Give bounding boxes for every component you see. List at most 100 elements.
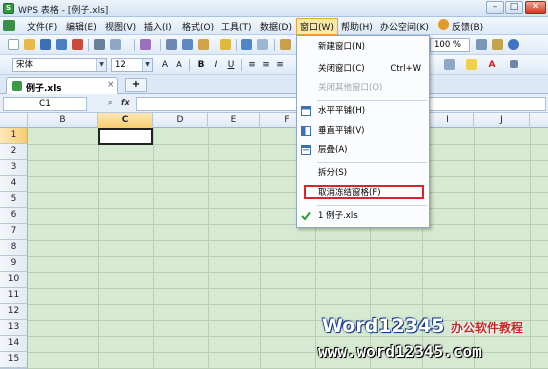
open-folder-icon[interactable] (24, 39, 35, 50)
watermark-brand: Word12345 办公软件教程 (322, 315, 523, 337)
gridline (28, 256, 548, 257)
row-header-11[interactable]: 11 (0, 288, 28, 304)
menu-item-tile-vertical[interactable]: 垂直平铺(V) (297, 122, 429, 140)
insert-row-icon[interactable] (280, 39, 291, 50)
increase-font-icon[interactable]: A (159, 59, 171, 71)
zoom-select[interactable]: 100 % (430, 38, 470, 52)
bold-button[interactable]: B (195, 59, 207, 71)
row-header-8[interactable]: 8 (0, 240, 28, 256)
italic-button[interactable]: I (210, 59, 222, 71)
zoom-lens-icon[interactable]: ⌕ (108, 98, 112, 108)
row-header-3[interactable]: 3 (0, 160, 28, 176)
menu-feedback[interactable]: 反馈(B) (452, 20, 483, 33)
menu-window[interactable]: 窗口(W) (296, 18, 338, 35)
format-painter-icon[interactable] (220, 39, 231, 50)
toolbar-separator (160, 39, 161, 51)
active-cell-c1[interactable] (98, 128, 153, 145)
row-header-7[interactable]: 7 (0, 224, 28, 240)
minimize-button[interactable]: – (486, 1, 504, 14)
menu-item-new-window[interactable]: 新建窗口(N) (297, 38, 429, 56)
menu-insert[interactable]: 插入(I) (144, 20, 172, 33)
underline-button[interactable]: U (225, 59, 237, 71)
menu-data[interactable]: 数据(D) (260, 20, 292, 33)
menu-item-split[interactable]: 拆分(S) (297, 164, 429, 182)
font-color-icon[interactable]: A (486, 59, 498, 71)
align-right-icon[interactable]: ≡ (274, 59, 286, 71)
gridline (208, 128, 209, 369)
row-header-15[interactable]: 15 (0, 352, 28, 368)
row-header-12[interactable]: 12 (0, 304, 28, 320)
zoom-value: 100 % (434, 40, 462, 50)
new-tab-button[interactable]: + (125, 78, 147, 92)
function-icon[interactable]: fx (121, 98, 130, 107)
app-window: S WPS 表格 - [例子.xls] – □ ✕ 文件(F) 编辑(E) 视图… (0, 0, 548, 369)
menu-view[interactable]: 视图(V) (105, 20, 136, 33)
column-header-b[interactable]: B (28, 113, 98, 128)
export-pdf-icon[interactable] (72, 39, 83, 50)
row-header-14[interactable]: 14 (0, 336, 28, 352)
fill-color-icon[interactable] (466, 59, 477, 70)
maximize-button[interactable]: □ (505, 1, 523, 14)
save-as-icon[interactable] (56, 39, 67, 50)
print-icon[interactable] (94, 39, 105, 50)
row-header-6[interactable]: 6 (0, 208, 28, 224)
menu-tools[interactable]: 工具(T) (221, 20, 252, 33)
decrease-font-icon[interactable]: A (173, 59, 185, 71)
row-header-1[interactable]: 1 (0, 128, 28, 144)
toolbar-separator (189, 59, 190, 71)
select-all-corner[interactable] (0, 113, 28, 128)
tab-close-icon[interactable]: × (107, 80, 115, 90)
menu-item-cascade[interactable]: 层叠(A) (297, 141, 429, 159)
align-center-icon[interactable]: ≡ (260, 59, 272, 71)
menu-format[interactable]: 格式(O) (182, 20, 214, 33)
row-header-2[interactable]: 2 (0, 144, 28, 160)
column-header-c[interactable]: C (98, 113, 153, 128)
copy-icon[interactable] (182, 39, 193, 50)
menu-item-window-1[interactable]: 1 例子.xls (297, 207, 429, 225)
menu-separator (317, 205, 427, 206)
column-header-j[interactable]: J (474, 113, 530, 128)
replace-icon[interactable] (492, 39, 503, 50)
borders-icon[interactable] (444, 59, 455, 70)
cascade-icon (301, 145, 311, 155)
gridline (28, 192, 548, 193)
menu-help[interactable]: 帮助(H) (341, 20, 373, 33)
document-menu-icon[interactable] (3, 20, 15, 31)
row-header-9[interactable]: 9 (0, 256, 28, 272)
column-header-d[interactable]: D (153, 113, 208, 128)
row-header-5[interactable]: 5 (0, 192, 28, 208)
menu-office-space[interactable]: 办公空间(K) (380, 20, 429, 33)
menu-item-close-window[interactable]: 关闭窗口(C) Ctrl+W (297, 60, 429, 78)
undo-icon[interactable] (241, 39, 252, 50)
row-header-10[interactable]: 10 (0, 272, 28, 288)
menu-edit[interactable]: 编辑(E) (66, 20, 97, 33)
menu-item-tile-horizontal[interactable]: 水平平铺(H) (297, 102, 429, 120)
watermark-brand-tail: 办公软件教程 (451, 321, 524, 335)
name-box[interactable]: C1 (3, 97, 87, 111)
find-icon[interactable] (476, 39, 487, 50)
paste-icon[interactable] (198, 39, 209, 50)
toolbar-separator (241, 59, 242, 71)
print-preview-icon[interactable] (110, 39, 121, 50)
column-header-e[interactable]: E (208, 113, 260, 128)
align-left-icon[interactable]: ≡ (246, 59, 258, 71)
highlight-annotation-box (304, 185, 424, 199)
menu-item-label: 层叠(A) (318, 145, 348, 155)
font-size-select[interactable]: 12 ▼ (111, 58, 153, 72)
font-name-select[interactable]: 宋体 ▼ (12, 58, 107, 72)
tab-example-xls[interactable]: 例子.xls × (6, 77, 118, 94)
spell-check-icon[interactable] (140, 39, 151, 50)
save-icon[interactable] (40, 39, 51, 50)
redo-icon[interactable] (257, 39, 268, 50)
row-header-4[interactable]: 4 (0, 176, 28, 192)
watermark: Word12345 办公软件教程 www.word12345.com (318, 315, 548, 369)
cut-icon[interactable] (166, 39, 177, 50)
help-icon[interactable] (508, 39, 519, 50)
row-header-13[interactable]: 13 (0, 320, 28, 336)
new-document-icon[interactable] (8, 39, 19, 50)
toolbar-options-icon[interactable] (510, 60, 518, 68)
chevron-down-icon: ▼ (96, 59, 106, 71)
chevron-down-icon: ▼ (142, 59, 152, 71)
menu-file[interactable]: 文件(F) (27, 20, 57, 33)
close-button[interactable]: ✕ (525, 1, 546, 14)
